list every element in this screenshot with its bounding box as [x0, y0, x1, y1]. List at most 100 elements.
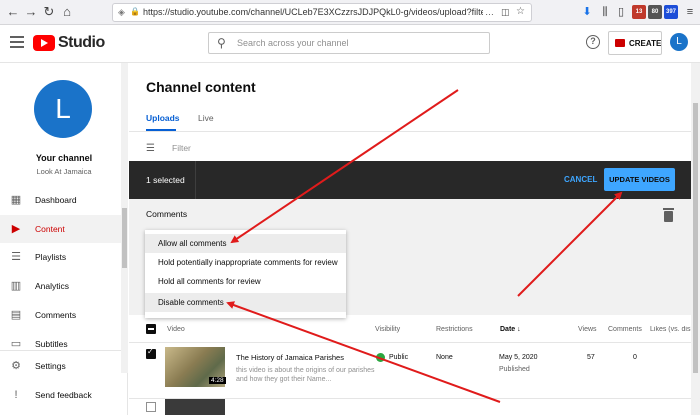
column-header-comments[interactable]: Comments [608, 326, 642, 333]
table-row[interactable] [129, 399, 691, 415]
search-placeholder: Search across your channel [237, 38, 349, 48]
forward-icon[interactable]: → [23, 4, 39, 20]
hamburger-menu-icon[interactable] [10, 36, 24, 48]
reload-icon[interactable]: ↻ [41, 4, 57, 20]
main-scroll-thumb[interactable] [693, 103, 698, 373]
selection-bar: 1 selected CANCEL UPDATE VIDEOS [129, 161, 691, 199]
pocket-icon[interactable]: ◫ [501, 7, 510, 18]
menu-item-disable-comments[interactable]: Disable comments [145, 293, 346, 312]
main-scrollbar[interactable] [691, 63, 700, 415]
search-input[interactable]: ⚲ Search across your channel [208, 32, 490, 54]
playlists-icon: ☰ [11, 251, 21, 263]
sidebar-item-analytics[interactable]: ▥ Analytics [0, 272, 121, 300]
search-icon: ⚲ [217, 36, 226, 50]
filter-input[interactable]: Filter [172, 143, 191, 153]
tab-live[interactable]: Live [198, 113, 214, 123]
sidebar-item-comments[interactable]: ▤ Comments [0, 301, 121, 329]
sidebar-item-playlists[interactable]: ☰ Playlists [0, 243, 121, 271]
sidebar-item-label: Content [35, 224, 65, 234]
selected-count: 1 selected [146, 175, 185, 185]
sidebar-item-settings[interactable]: ⚙ Settings [0, 352, 121, 380]
menu-item-label: Allow all comments [158, 239, 227, 248]
column-header-likes[interactable]: Likes (vs. disli [650, 326, 691, 333]
menu-item-hold-all[interactable]: Hold all comments for review [145, 272, 346, 291]
video-thumbnail[interactable] [165, 399, 225, 415]
address-bar[interactable]: ◈ 🔒 https://studio.youtube.com/channel/U… [112, 3, 532, 22]
extension-icon[interactable]: 80 [648, 5, 662, 19]
row-checkbox[interactable] [146, 347, 156, 359]
more-icon[interactable]: … [485, 7, 494, 17]
gear-icon: ⚙ [11, 360, 21, 372]
studio-header: Studio ⚲ Search across your channel ? CR… [0, 25, 700, 63]
studio-logo-text[interactable]: Studio [58, 34, 105, 52]
shield-icon: ◈ [118, 7, 125, 17]
channel-subtitle: Look At Jamaica [36, 167, 92, 176]
account-avatar[interactable]: L [670, 33, 688, 51]
lock-icon: 🔒 [130, 7, 140, 16]
video-description: this video is about the origins of our p… [236, 367, 375, 383]
tabs-divider [129, 131, 691, 132]
update-videos-label: UPDATE VIDEOS [609, 175, 670, 184]
extension-icon[interactable]: 13 [632, 5, 646, 19]
sidebar-item-subtitles[interactable]: ▭ Subtitles [0, 330, 121, 350]
sidebar-scroll-thumb[interactable] [122, 208, 127, 268]
comments-icon: ▤ [10, 309, 22, 321]
help-icon[interactable]: ? [586, 35, 600, 49]
filter-icon[interactable]: ☰ [146, 143, 155, 154]
menu-item-hold-inappropriate[interactable]: Hold potentially inappropriate comments … [145, 253, 346, 272]
create-button[interactable]: CREATE [608, 31, 662, 55]
menu-item-label: Hold all comments for review [158, 277, 261, 286]
comments-dropdown-menu: Allow all comments Hold potentially inap… [145, 230, 346, 318]
analytics-icon: ▥ [10, 280, 22, 292]
sidebar-icon[interactable]: ▯ [614, 5, 628, 19]
column-header-date[interactable]: Date ↓ [500, 326, 521, 333]
trash-icon[interactable] [663, 208, 674, 222]
menu-icon[interactable]: ≡ [683, 5, 697, 19]
sidebar-item-label: Send feedback [35, 390, 92, 400]
main-content: Channel content Uploads Live ☰ Filter 1 … [129, 63, 691, 415]
cancel-button[interactable]: CANCEL [564, 175, 597, 184]
sidebar-divider [0, 350, 121, 351]
table-header: Video Visibility Restrictions Date ↓ Vie… [129, 315, 691, 343]
row-checkbox[interactable] [146, 402, 156, 412]
visibility-value[interactable]: Public [389, 354, 408, 361]
subtitles-icon: ▭ [10, 338, 22, 350]
column-header-restrictions[interactable]: Restrictions [436, 326, 473, 333]
url-text: https://studio.youtube.com/channel/UCLeb… [143, 7, 483, 17]
column-header-views[interactable]: Views [578, 326, 597, 333]
sidebar-item-label: Subtitles [35, 339, 68, 349]
youtube-logo-icon[interactable] [33, 35, 55, 51]
channel-avatar[interactable]: L [34, 80, 92, 138]
sidebar-item-label: Analytics [35, 281, 70, 291]
restrictions-value: None [436, 354, 453, 361]
feedback-icon: ! [14, 389, 18, 401]
menu-item-label: Disable comments [158, 298, 224, 307]
download-icon[interactable]: ⬇ [580, 5, 594, 19]
home-icon[interactable]: ⌂ [59, 4, 75, 20]
sidebar-item-label: Settings [35, 361, 66, 371]
dashboard-icon: ▦ [10, 194, 22, 206]
bookmark-icon[interactable]: ☆ [516, 6, 525, 17]
update-videos-button[interactable]: UPDATE VIDEOS [604, 168, 675, 191]
select-all-checkbox[interactable] [146, 324, 156, 334]
video-title[interactable]: The History of Jamaica Parishes [236, 353, 344, 362]
extension-icon[interactable]: 397 [664, 5, 678, 19]
sidebar-item-feedback[interactable]: ! Send feedback [0, 381, 121, 409]
views-value: 57 [587, 354, 595, 361]
content-icon: ▶ [11, 223, 21, 235]
menu-item-label: Hold potentially inappropriate comments … [158, 258, 338, 267]
tab-uploads[interactable]: Uploads [146, 113, 180, 123]
page-title: Channel content [146, 79, 256, 95]
sidebar-item-content[interactable]: ▶ Content [0, 215, 121, 243]
sidebar-scrollbar[interactable] [121, 63, 128, 373]
column-header-visibility[interactable]: Visibility [375, 326, 400, 333]
back-icon[interactable]: ← [5, 4, 21, 20]
table-row[interactable]: 4:28 The History of Jamaica Parishes thi… [129, 343, 691, 399]
menu-item-allow-all-comments[interactable]: Allow all comments [145, 234, 346, 253]
library-icon[interactable]: ⫼ [598, 5, 612, 19]
selection-divider [195, 161, 196, 199]
sidebar-item-dashboard[interactable]: ▦ Dashboard [0, 186, 121, 214]
comments-value: 0 [633, 354, 637, 361]
comments-field-label: Comments [146, 209, 188, 219]
video-camera-icon [615, 39, 625, 47]
